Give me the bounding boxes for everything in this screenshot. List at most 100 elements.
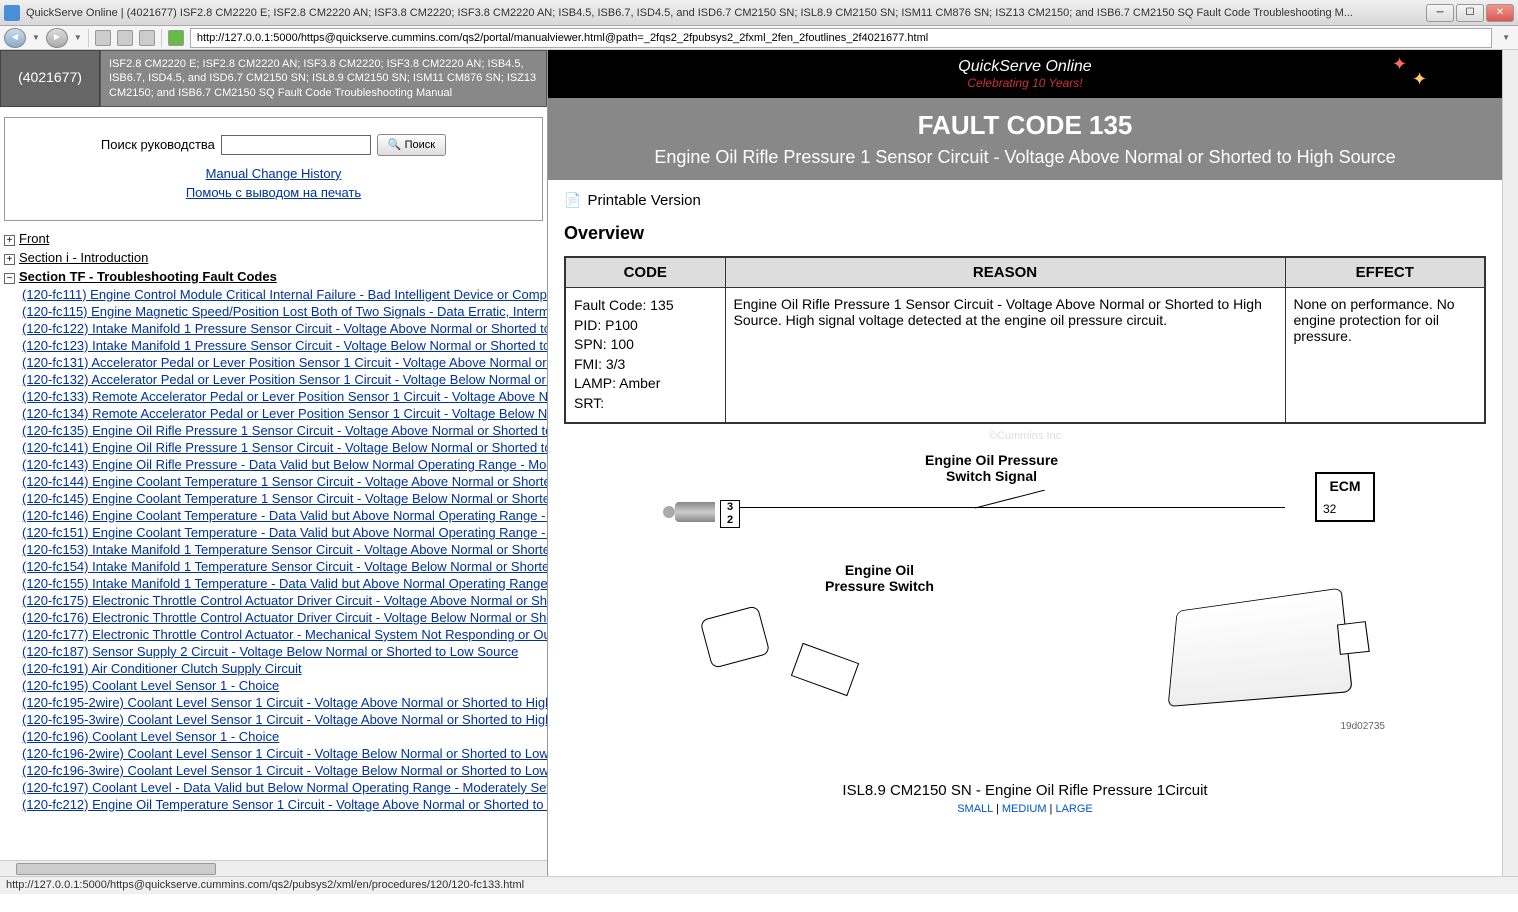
search-label: Поиск руководства <box>101 137 215 152</box>
window-title: QuickServe Online | (4021677) ISF2.8 CM2… <box>26 7 1426 19</box>
maximize-button[interactable]: ☐ <box>1456 4 1484 22</box>
overview-table: CODE REASON EFFECT Fault Code: 135 PID: … <box>564 256 1486 424</box>
fault-code-link[interactable]: (120-fc195-3wire) Coolant Level Sensor 1… <box>22 711 543 728</box>
search-button[interactable]: 🔍Поиск <box>377 134 446 156</box>
sensor-schematic-icon <box>675 502 715 522</box>
fault-code-link[interactable]: (120-fc176) Electronic Throttle Control … <box>22 609 543 626</box>
size-large[interactable]: LARGE <box>1055 803 1092 815</box>
th-reason: REASON <box>725 257 1285 288</box>
fault-code-link[interactable]: (120-fc144) Engine Coolant Temperature 1… <box>22 473 543 490</box>
fault-code-link[interactable]: (120-fc155) Intake Manifold 1 Temperatur… <box>22 575 543 592</box>
fault-code-link[interactable]: (120-fc212) Engine Oil Temperature Senso… <box>22 796 543 813</box>
url-bar[interactable]: http://127.0.0.1:5000/https@quickserve.c… <box>190 28 1492 48</box>
fault-code-link[interactable]: (120-fc115) Engine Magnetic Speed/Positi… <box>22 303 543 320</box>
size-medium[interactable]: MEDIUM <box>1002 803 1047 815</box>
fault-code-link[interactable]: (120-fc195-2wire) Coolant Level Sensor 1… <box>22 694 543 711</box>
fault-code-link[interactable]: (120-fc133) Remote Accelerator Pedal or … <box>22 388 543 405</box>
refresh-icon[interactable] <box>95 30 111 46</box>
fault-code-link[interactable]: (120-fc153) Intake Manifold 1 Temperatur… <box>22 541 543 558</box>
manual-description: ISF2.8 CM2220 E; ISF2.8 CM2220 AN; ISF3.… <box>100 50 547 107</box>
printable-link[interactable]: Printable Version <box>587 192 700 209</box>
fault-code-link[interactable]: (120-fc154) Intake Manifold 1 Temperatur… <box>22 558 543 575</box>
overview-heading: Overview <box>564 223 1486 244</box>
back-button[interactable]: ◄ <box>4 28 26 48</box>
window-titlebar: QuickServe Online | (4021677) ISF2.8 CM2… <box>0 0 1518 26</box>
size-small[interactable]: SMALL <box>957 803 993 815</box>
fault-code-title: FAULT CODE 135 <box>568 110 1482 141</box>
fault-code-link[interactable]: (120-fc187) Sensor Supply 2 Circuit - Vo… <box>22 643 543 660</box>
connector-icon <box>791 642 859 695</box>
ecm-box: ECM 32 <box>1315 472 1375 522</box>
fault-code-link[interactable]: (120-fc134) Remote Accelerator Pedal or … <box>22 405 543 422</box>
fault-code-link[interactable]: (120-fc177) Electronic Throttle Control … <box>22 626 543 643</box>
fault-code-link[interactable]: (120-fc197) Coolant Level - Data Valid b… <box>22 779 543 796</box>
ecm-module-icon <box>1168 587 1353 706</box>
effect-cell: None on performance. No engine protectio… <box>1285 288 1485 423</box>
circuit-diagram: Engine Oil Pressure Switch Signal 3 2 EC… <box>645 452 1405 772</box>
status-bar: http://127.0.0.1:5000/https@quickserve.c… <box>0 876 1518 894</box>
tree-tf[interactable]: Section TF - Troubleshooting Fault Codes <box>19 269 277 284</box>
minimize-button[interactable]: ─ <box>1426 4 1454 22</box>
fault-code-link[interactable]: (120-fc123) Intake Manifold 1 Pressure S… <box>22 337 543 354</box>
pdf-icon: 📄 <box>564 192 581 209</box>
left-pane: (4021677) ISF2.8 CM2220 E; ISF2.8 CM2220… <box>0 50 548 876</box>
fault-code-link[interactable]: (120-fc122) Intake Manifold 1 Pressure S… <box>22 320 543 337</box>
nav-tree[interactable]: + Front + Section i - Introduction −Sectio… <box>0 225 547 860</box>
code-cell: Fault Code: 135 PID: P100 SPN: 100 FMI: … <box>565 288 725 423</box>
connector-pins: 3 2 <box>720 500 740 528</box>
fault-code-link[interactable]: (120-fc196-3wire) Coolant Level Sensor 1… <box>22 762 543 779</box>
fault-code-link[interactable]: (120-fc132) Accelerator Pedal or Lever P… <box>22 371 543 388</box>
vertical-scrollbar[interactable] <box>1502 50 1518 876</box>
url-dropdown-icon[interactable]: ▼ <box>1498 33 1514 42</box>
print-help-link[interactable]: Помочь с выводом на печать <box>15 185 532 200</box>
fault-code-link[interactable]: (120-fc151) Engine Coolant Temperature -… <box>22 524 543 541</box>
image-size-links: SMALL | MEDIUM | LARGE <box>564 803 1486 815</box>
fireworks-icon <box>1392 54 1442 94</box>
fault-code-link[interactable]: (120-fc141) Engine Oil Rifle Pressure 1 … <box>22 439 543 456</box>
brand-banner: QuickServe Online Celebrating 10 Years! <box>548 50 1502 98</box>
tree-intro[interactable]: Section i - Introduction <box>19 250 148 265</box>
th-effect: EFFECT <box>1285 257 1485 288</box>
back-dropdown-icon[interactable]: ▼ <box>32 33 40 42</box>
diagram-caption: ISL8.9 CM2150 SN - Engine Oil Rifle Pres… <box>564 782 1486 799</box>
part-number: 19d02735 <box>1341 721 1386 732</box>
logo-text: QuickServe Online <box>958 58 1091 76</box>
manual-history-link[interactable]: Manual Change History <box>15 166 532 181</box>
expand-icon[interactable]: + <box>4 254 15 265</box>
fault-code-link[interactable]: (120-fc146) Engine Coolant Temperature -… <box>22 507 543 524</box>
search-panel: Поиск руководства 🔍Поиск Manual Change H… <box>4 117 543 221</box>
fault-code-link[interactable]: (120-fc196-2wire) Coolant Level Sensor 1… <box>22 745 543 762</box>
forward-button[interactable]: ► <box>46 28 68 48</box>
fault-code-link[interactable]: (120-fc191) Air Conditioner Clutch Suppl… <box>22 660 543 677</box>
watermark: ©Cummins Inc <box>564 430 1486 442</box>
fault-code-link[interactable]: (120-fc195) Coolant Level Sensor 1 - Cho… <box>22 677 543 694</box>
signal-label: Engine Oil Pressure Switch Signal <box>925 452 1058 484</box>
forward-dropdown-icon[interactable]: ▼ <box>74 33 82 42</box>
search-input[interactable] <box>221 135 371 155</box>
fault-code-link[interactable]: (120-fc111) Engine Control Module Critic… <box>22 286 543 303</box>
horizontal-scrollbar[interactable] <box>0 860 547 876</box>
fault-code-link[interactable]: (120-fc143) Engine Oil Rifle Pressure - … <box>22 456 543 473</box>
manual-number: (4021677) <box>0 50 100 107</box>
reason-cell: Engine Oil Rifle Pressure 1 Sensor Circu… <box>725 288 1285 423</box>
right-pane[interactable]: QuickServe Online Celebrating 10 Years! … <box>548 50 1502 876</box>
logo-subtitle: Celebrating 10 Years! <box>958 76 1091 90</box>
collapse-icon[interactable]: − <box>4 273 15 284</box>
fault-code-link[interactable]: (120-fc145) Engine Coolant Temperature 1… <box>22 490 543 507</box>
fault-code-link[interactable]: (120-fc196) Coolant Level Sensor 1 - Cho… <box>22 728 543 745</box>
expand-icon[interactable]: + <box>4 235 15 246</box>
tool-icon[interactable] <box>139 30 155 46</box>
tree-front[interactable]: Front <box>19 231 49 246</box>
close-button[interactable]: ✕ <box>1486 4 1514 22</box>
home-icon[interactable] <box>168 30 184 46</box>
browser-toolbar: ◄ ▼ ► ▼ http://127.0.0.1:5000/https@quic… <box>0 26 1518 50</box>
print-icon[interactable] <box>117 30 133 46</box>
fault-code-link[interactable]: (120-fc131) Accelerator Pedal or Lever P… <box>22 354 543 371</box>
fault-header: FAULT CODE 135 Engine Oil Rifle Pressure… <box>548 98 1502 180</box>
pressure-switch-icon <box>705 612 765 662</box>
th-code: CODE <box>565 257 725 288</box>
fault-code-link[interactable]: (120-fc175) Electronic Throttle Control … <box>22 592 543 609</box>
magnifier-icon: 🔍 <box>388 138 402 151</box>
fault-code-link[interactable]: (120-fc135) Engine Oil Rifle Pressure 1 … <box>22 422 543 439</box>
fault-subtitle: Engine Oil Rifle Pressure 1 Sensor Circu… <box>568 147 1482 168</box>
